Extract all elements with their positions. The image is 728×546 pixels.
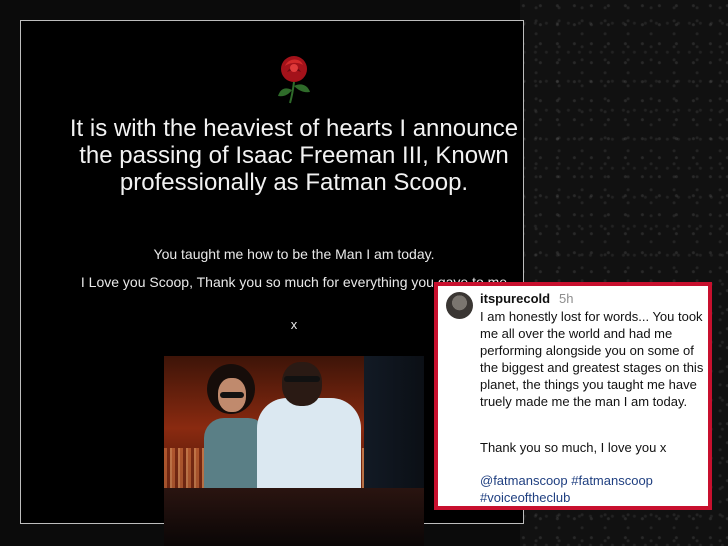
sunglasses-right xyxy=(284,376,320,382)
post-timestamp: 5h xyxy=(559,291,574,306)
stage-railing xyxy=(164,488,424,546)
sunglasses-left xyxy=(220,392,244,398)
memorial-headline: It is with the heaviest of hearts I anno… xyxy=(69,115,519,196)
rose-icon xyxy=(278,56,310,104)
stage-photo xyxy=(164,356,424,546)
memorial-line-1: You taught me how to be the Man I am tod… xyxy=(153,246,435,262)
avatar[interactable] xyxy=(446,292,473,319)
instagram-post: itspurecold 5h I am honestly lost for wo… xyxy=(434,282,712,510)
person-right-head xyxy=(282,362,322,406)
post-hashtags[interactable]: @fatmanscoop #fatmanscoop #voiceoftheclu… xyxy=(480,472,710,506)
post-thanks: Thank you so much, I love you x xyxy=(480,440,667,455)
post-body-text: I am honestly lost for words... You took… xyxy=(480,309,704,409)
post-body: I am honestly lost for words... You took… xyxy=(480,308,708,410)
post-username[interactable]: itspurecold xyxy=(480,291,550,306)
